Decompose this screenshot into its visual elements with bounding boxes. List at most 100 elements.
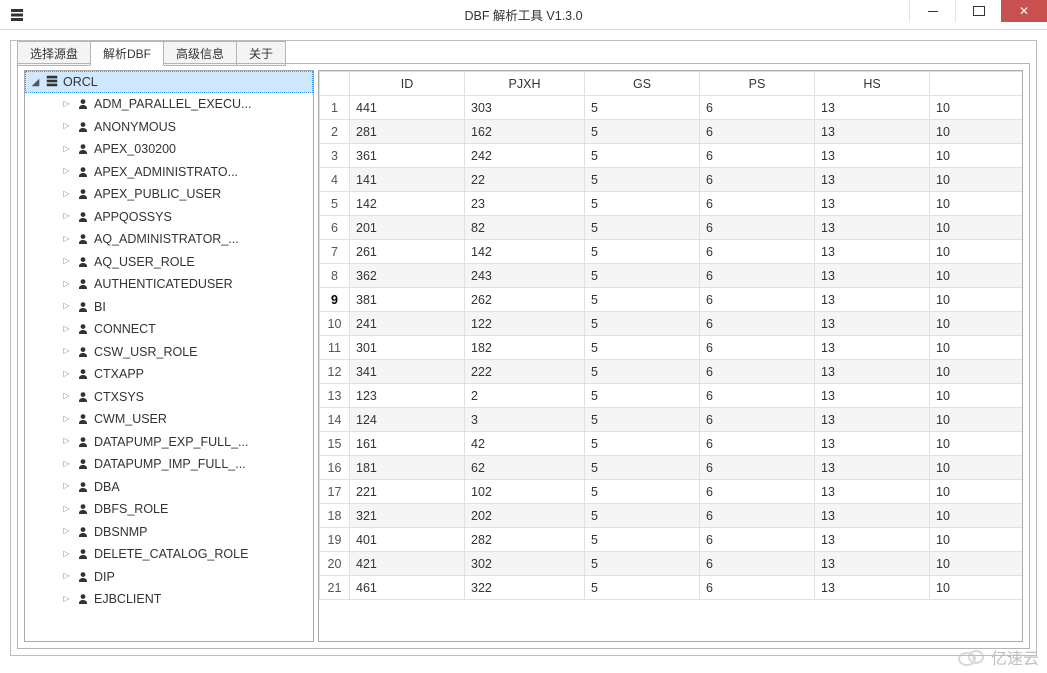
row-number[interactable]: 15 <box>320 432 350 456</box>
cell-pjxh[interactable]: 182 <box>465 336 585 360</box>
cell-gs[interactable]: 5 <box>585 144 700 168</box>
cell-hs[interactable]: 13 <box>815 336 930 360</box>
table-row[interactable]: 7261142561310 <box>320 240 1023 264</box>
expand-icon[interactable]: ▷ <box>61 593 72 604</box>
row-number[interactable]: 7 <box>320 240 350 264</box>
tree-item[interactable]: ▷AQ_ADMINISTRATOR_... <box>25 228 313 251</box>
row-number[interactable]: 9 <box>320 288 350 312</box>
expand-icon[interactable]: ▷ <box>61 278 72 289</box>
cell-extra[interactable]: 10 <box>930 192 1023 216</box>
cell-ps[interactable]: 6 <box>700 384 815 408</box>
cell-id[interactable]: 201 <box>350 216 465 240</box>
cell-ps[interactable]: 6 <box>700 480 815 504</box>
table-row[interactable]: 1441303561310 <box>320 96 1023 120</box>
table-row[interactable]: 620182561310 <box>320 216 1023 240</box>
tree-item[interactable]: ▷APPQOSSYS <box>25 206 313 229</box>
row-number[interactable]: 18 <box>320 504 350 528</box>
cell-id[interactable]: 124 <box>350 408 465 432</box>
cell-ps[interactable]: 6 <box>700 288 815 312</box>
expand-icon[interactable]: ▷ <box>61 435 72 446</box>
tree-item[interactable]: ▷DIP <box>25 566 313 589</box>
table-row[interactable]: 3361242561310 <box>320 144 1023 168</box>
cell-gs[interactable]: 5 <box>585 312 700 336</box>
tree-item[interactable]: ▷ADM_PARALLEL_EXECU... <box>25 93 313 116</box>
cell-ps[interactable]: 6 <box>700 456 815 480</box>
cell-pjxh[interactable]: 42 <box>465 432 585 456</box>
cell-extra[interactable]: 10 <box>930 216 1023 240</box>
cell-hs[interactable]: 13 <box>815 528 930 552</box>
cell-hs[interactable]: 13 <box>815 576 930 600</box>
cell-hs[interactable]: 13 <box>815 504 930 528</box>
cell-ps[interactable]: 6 <box>700 312 815 336</box>
table-row[interactable]: 9381262561310 <box>320 288 1023 312</box>
expand-icon[interactable]: ▷ <box>61 345 72 356</box>
cell-extra[interactable]: 10 <box>930 144 1023 168</box>
cell-ps[interactable]: 6 <box>700 216 815 240</box>
cell-id[interactable]: 341 <box>350 360 465 384</box>
cell-hs[interactable]: 13 <box>815 216 930 240</box>
cell-hs[interactable]: 13 <box>815 288 930 312</box>
cell-id[interactable]: 361 <box>350 144 465 168</box>
cell-pjxh[interactable]: 282 <box>465 528 585 552</box>
cell-id[interactable]: 161 <box>350 432 465 456</box>
cell-pjxh[interactable]: 142 <box>465 240 585 264</box>
cell-extra[interactable]: 10 <box>930 504 1023 528</box>
cell-extra[interactable]: 10 <box>930 360 1023 384</box>
expand-icon[interactable]: ▷ <box>61 233 72 244</box>
cell-id[interactable]: 321 <box>350 504 465 528</box>
cell-ps[interactable]: 6 <box>700 264 815 288</box>
tree-item[interactable]: ▷DBFS_ROLE <box>25 498 313 521</box>
table-row[interactable]: 12341222561310 <box>320 360 1023 384</box>
row-number[interactable]: 11 <box>320 336 350 360</box>
expand-icon[interactable]: ▷ <box>61 323 72 334</box>
table-row[interactable]: 17221102561310 <box>320 480 1023 504</box>
row-number[interactable]: 5 <box>320 192 350 216</box>
cell-ps[interactable]: 6 <box>700 192 815 216</box>
cell-ps[interactable]: 6 <box>700 576 815 600</box>
column-header-hs[interactable]: HS <box>815 72 930 96</box>
cell-gs[interactable]: 5 <box>585 456 700 480</box>
column-header-gs[interactable]: GS <box>585 72 700 96</box>
expand-icon[interactable]: ▷ <box>61 188 72 199</box>
cell-extra[interactable]: 10 <box>930 456 1023 480</box>
cell-gs[interactable]: 5 <box>585 360 700 384</box>
column-header-id[interactable]: ID <box>350 72 465 96</box>
cell-extra[interactable]: 10 <box>930 336 1023 360</box>
cell-extra[interactable]: 10 <box>930 312 1023 336</box>
table-row[interactable]: 141243561310 <box>320 408 1023 432</box>
cell-gs[interactable]: 5 <box>585 264 700 288</box>
row-number[interactable]: 14 <box>320 408 350 432</box>
tree-item[interactable]: ▷APEX_ADMINISTRATO... <box>25 161 313 184</box>
tree-item[interactable]: ▷DBA <box>25 476 313 499</box>
expand-icon[interactable]: ▷ <box>61 525 72 536</box>
expand-icon[interactable]: ▷ <box>61 458 72 469</box>
cell-extra[interactable]: 10 <box>930 432 1023 456</box>
row-number[interactable]: 12 <box>320 360 350 384</box>
data-grid-scroll[interactable]: ID PJXH GS PS HS 14413035613102281162561… <box>319 71 1022 641</box>
cell-id[interactable]: 441 <box>350 96 465 120</box>
expand-icon[interactable]: ▷ <box>61 390 72 401</box>
cell-pjxh[interactable]: 242 <box>465 144 585 168</box>
cell-gs[interactable]: 5 <box>585 96 700 120</box>
row-number[interactable]: 6 <box>320 216 350 240</box>
table-row[interactable]: 18321202561310 <box>320 504 1023 528</box>
cell-hs[interactable]: 13 <box>815 360 930 384</box>
table-row[interactable]: 131232561310 <box>320 384 1023 408</box>
expand-icon[interactable]: ▷ <box>61 120 72 131</box>
tree-item[interactable]: ▷DELETE_CATALOG_ROLE <box>25 543 313 566</box>
cell-id[interactable]: 142 <box>350 192 465 216</box>
cell-hs[interactable]: 13 <box>815 384 930 408</box>
cell-pjxh[interactable]: 322 <box>465 576 585 600</box>
expand-icon[interactable]: ▷ <box>61 503 72 514</box>
cell-gs[interactable]: 5 <box>585 336 700 360</box>
cell-hs[interactable]: 13 <box>815 312 930 336</box>
tree-item[interactable]: ▷AUTHENTICATEDUSER <box>25 273 313 296</box>
column-header-pjxh[interactable]: PJXH <box>465 72 585 96</box>
cell-pjxh[interactable]: 162 <box>465 120 585 144</box>
expand-icon[interactable]: ▷ <box>61 413 72 424</box>
cell-hs[interactable]: 13 <box>815 552 930 576</box>
tree-item[interactable]: ▷CSW_USR_ROLE <box>25 341 313 364</box>
cell-extra[interactable]: 10 <box>930 552 1023 576</box>
cell-hs[interactable]: 13 <box>815 144 930 168</box>
cell-ps[interactable]: 6 <box>700 96 815 120</box>
